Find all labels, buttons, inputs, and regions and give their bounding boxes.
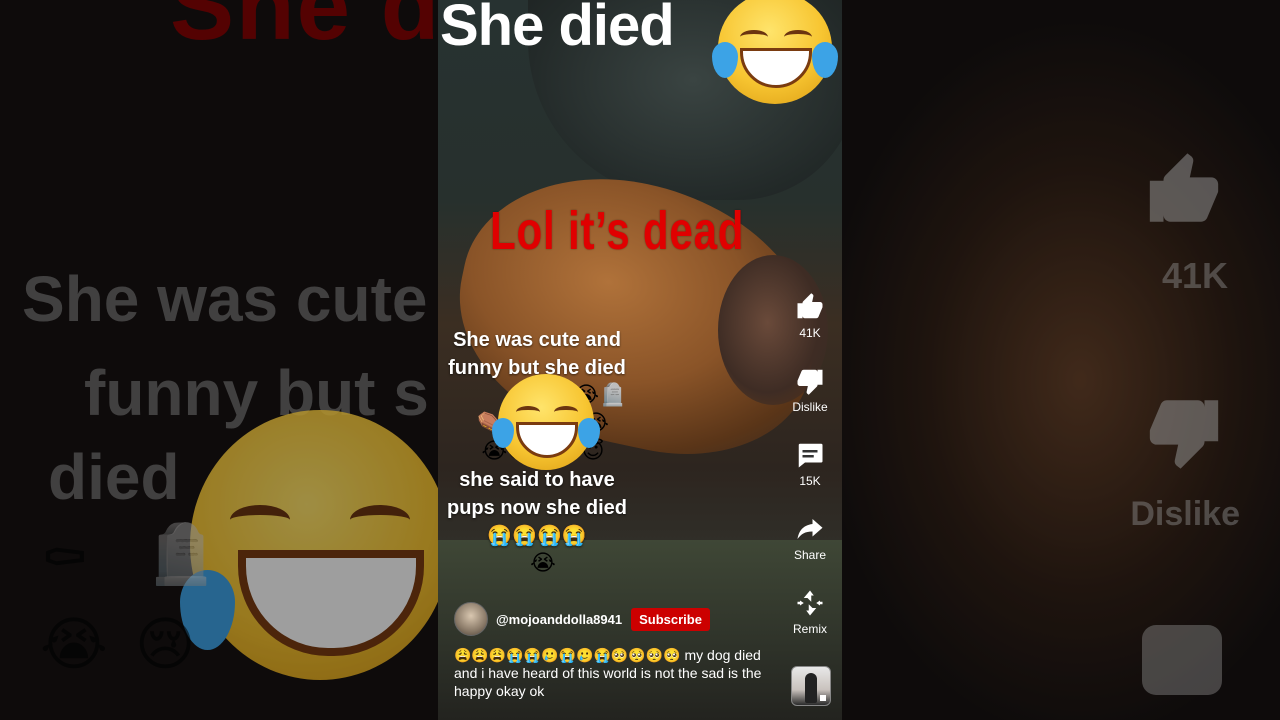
dislike-label: Dislike <box>792 400 828 414</box>
comments-button[interactable]: 15K <box>778 440 842 488</box>
like-button[interactable]: 41K <box>778 292 842 340</box>
video-caption-second: she said to have pups now she died😭😭😭😭 <box>446 469 627 547</box>
shorts-video-player[interactable]: She died Lol it’s dead She was cute and … <box>438 0 842 720</box>
video-red-caption: Lol it’s dead <box>490 201 745 261</box>
like-count: 41K <box>799 326 821 340</box>
thumb-down-icon <box>797 369 823 395</box>
channel-bar: @mojoanddolla8941 Subscribe <box>454 602 710 636</box>
remix-button[interactable]: Remix <box>778 588 842 636</box>
share-icon <box>797 519 823 539</box>
dislike-button[interactable]: Dislike <box>778 366 842 414</box>
share-button[interactable]: Share <box>778 514 842 562</box>
thumb-up-icon <box>797 293 823 319</box>
remix-icon <box>797 590 823 616</box>
subscribe-button[interactable]: Subscribe <box>631 607 710 631</box>
video-caption-main: She was cute and funny but she died <box>448 329 626 379</box>
sound-remix-thumbnail[interactable] <box>791 666 831 706</box>
video-overlay-title: She died <box>440 0 675 58</box>
remix-label: Remix <box>792 622 827 636</box>
video-description[interactable]: 😩😩😩😭😭🥲😭🥲😭🥺🥺🥺🥺 my dog died and i have hea… <box>454 646 779 700</box>
channel-avatar[interactable] <box>454 602 488 636</box>
comments-count: 15K <box>799 474 821 488</box>
comment-icon <box>798 443 823 468</box>
channel-handle[interactable]: @mojoanddolla8941 <box>496 612 622 627</box>
video-caption-emoji-row4: 😭 <box>530 551 556 576</box>
share-label: Share <box>793 548 827 562</box>
laughing-crying-emoji-icon <box>492 374 600 470</box>
